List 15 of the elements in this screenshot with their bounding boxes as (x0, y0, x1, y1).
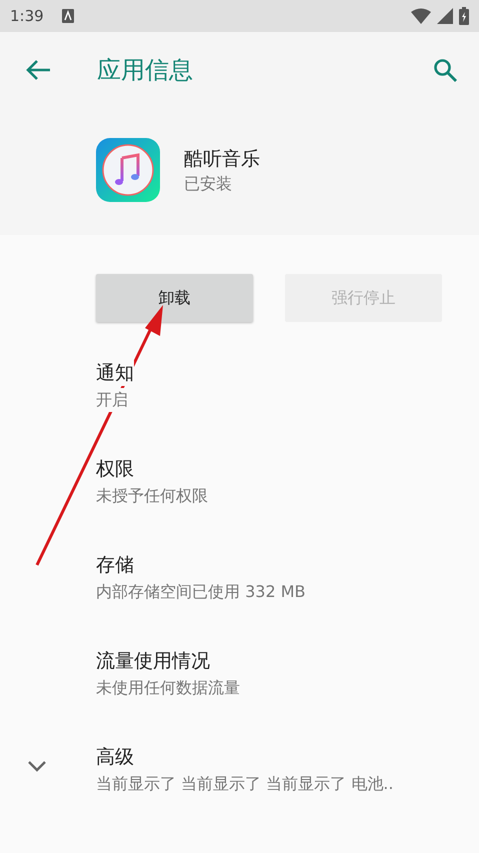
signal-icon (437, 8, 453, 24)
search-button[interactable] (433, 58, 457, 82)
app-name: 酷听音乐 (184, 146, 260, 172)
setting-summary: 开启 (96, 388, 128, 412)
chevron-down-icon[interactable] (27, 760, 47, 772)
notification-icon (62, 9, 74, 23)
battery-icon (459, 7, 469, 25)
action-button[interactable]: 卸载 (96, 274, 253, 322)
wifi-icon (411, 8, 431, 24)
install-status: 已安装 (184, 174, 233, 194)
page-title: 应用信息 (97, 55, 193, 86)
back-button[interactable] (25, 59, 51, 81)
setting-title[interactable]: 通知 (96, 360, 134, 386)
app-icon (96, 138, 160, 202)
status-time: 1:39 (10, 7, 44, 25)
